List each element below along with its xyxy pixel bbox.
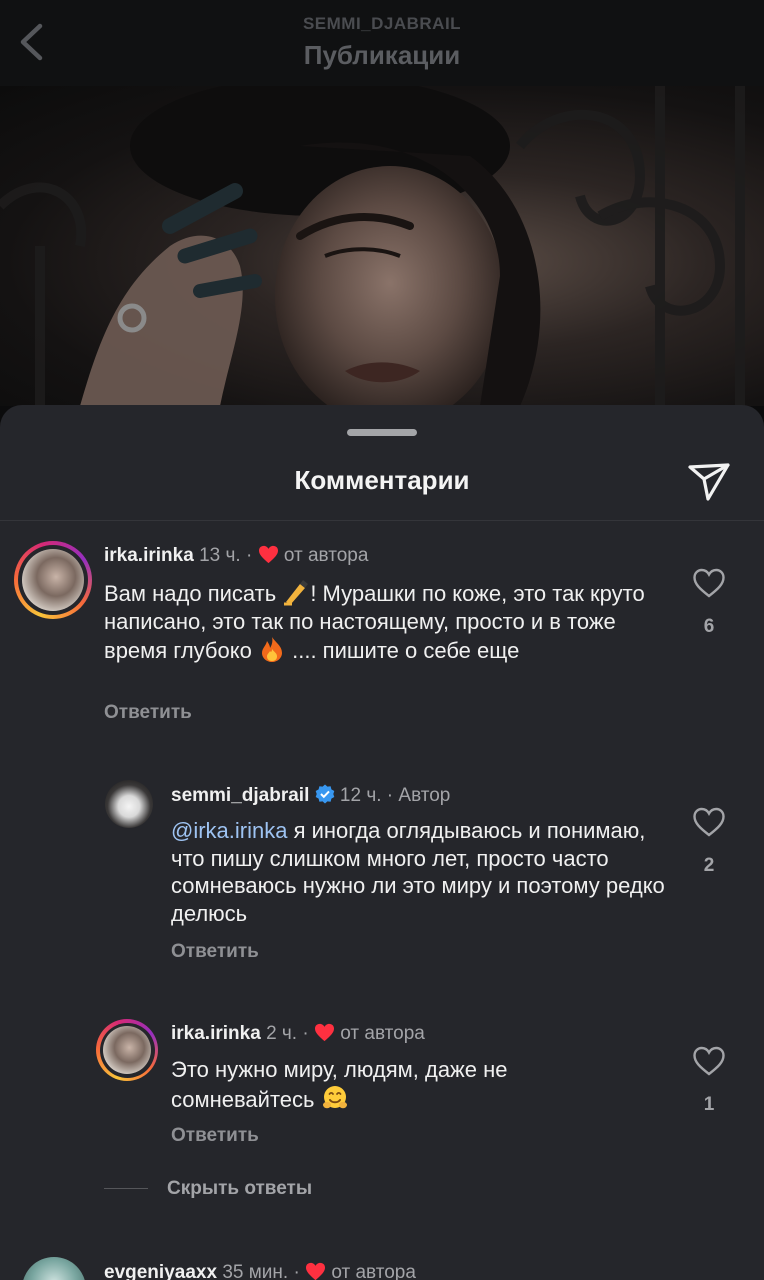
hide-replies-line	[104, 1188, 148, 1189]
comment-username[interactable]: irka.irinka	[171, 1023, 261, 1044]
top-bar: SEMMI_DJABRAIL Публикации	[0, 0, 764, 86]
reply-button[interactable]: Ответить	[171, 1125, 259, 1147]
like-count: 1	[703, 1094, 715, 1115]
avatar-story-ring[interactable]	[14, 541, 92, 619]
comment-time: 35 мин.	[222, 1262, 289, 1280]
avatar[interactable]	[105, 780, 153, 828]
comment-meta: semmi_djabrail 12 ч. · Автор	[171, 784, 450, 807]
verified-badge-icon	[315, 784, 334, 804]
comment-meta: evgeniyaaxx 35 мин. · от автора	[104, 1262, 416, 1280]
page-title: Публикации	[303, 40, 461, 70]
like-count: 2	[703, 855, 715, 876]
meta-separator: ·	[386, 785, 394, 806]
comment-text: @irka.irinka я иногда оглядываюсь и пони…	[171, 818, 665, 926]
comment-username[interactable]: semmi_djabrail	[171, 785, 309, 806]
author-badge: Автор	[398, 785, 451, 806]
comment-text: Это нужно миру, людям, даже не сомневайт…	[171, 1057, 508, 1112]
avatar	[103, 1026, 151, 1074]
comment-username[interactable]: evgeniyaaxx	[104, 1262, 217, 1280]
author-badge: от автора	[340, 1023, 425, 1044]
meta-separator: ·	[302, 1023, 309, 1044]
avatar[interactable]	[22, 1257, 86, 1280]
comment-time: 13 ч.	[199, 545, 241, 566]
sheet-divider	[0, 520, 764, 521]
avatar	[22, 549, 84, 611]
comment-time: 2 ч.	[266, 1023, 298, 1044]
author-badge: от автора	[283, 545, 369, 566]
hide-replies-button[interactable]: Скрыть ответы	[167, 1178, 312, 1200]
share-send-icon[interactable]	[686, 457, 732, 503]
mention-link[interactable]: @irka.irinka	[171, 818, 287, 843]
comment-meta: irka.irinka 2 ч. · от автора	[171, 1023, 425, 1045]
like-heart-icon[interactable]	[692, 567, 726, 599]
writing-hand-icon	[284, 580, 309, 606]
author-liked-heart-icon	[314, 1023, 334, 1042]
comment-meta: irka.irinka 13 ч. · от автора	[104, 545, 368, 567]
reply-button[interactable]: Ответить	[104, 702, 192, 724]
post-photo[interactable]	[0, 86, 764, 406]
sheet-title: Комментарии	[294, 465, 470, 495]
hugging-face-icon	[322, 1085, 347, 1108]
meta-separator: ·	[293, 1262, 300, 1280]
profile-username: SEMMI_DJABRAIL	[302, 14, 462, 33]
like-count: 6	[703, 616, 715, 637]
author-liked-heart-icon	[258, 545, 278, 564]
author-badge: от автора	[331, 1262, 416, 1280]
sheet-grabber[interactable]	[347, 429, 417, 436]
comments-sheet: Комментарии irka.irinka 13 ч. · от автор…	[0, 405, 764, 1280]
comment-time: 12 ч.	[339, 785, 382, 806]
like-heart-icon[interactable]	[692, 806, 726, 838]
post-photo-image	[0, 86, 745, 406]
reply-button[interactable]: Ответить	[171, 941, 259, 963]
avatar-story-ring[interactable]	[96, 1019, 158, 1081]
author-liked-heart-icon	[306, 1262, 326, 1280]
comment-text: Вам надо писать ! Мурашки по коже, это т…	[104, 578, 664, 665]
like-heart-icon[interactable]	[692, 1045, 726, 1077]
comment-username[interactable]: irka.irinka	[104, 545, 194, 566]
fire-icon	[262, 637, 282, 662]
meta-separator: ·	[245, 545, 253, 566]
